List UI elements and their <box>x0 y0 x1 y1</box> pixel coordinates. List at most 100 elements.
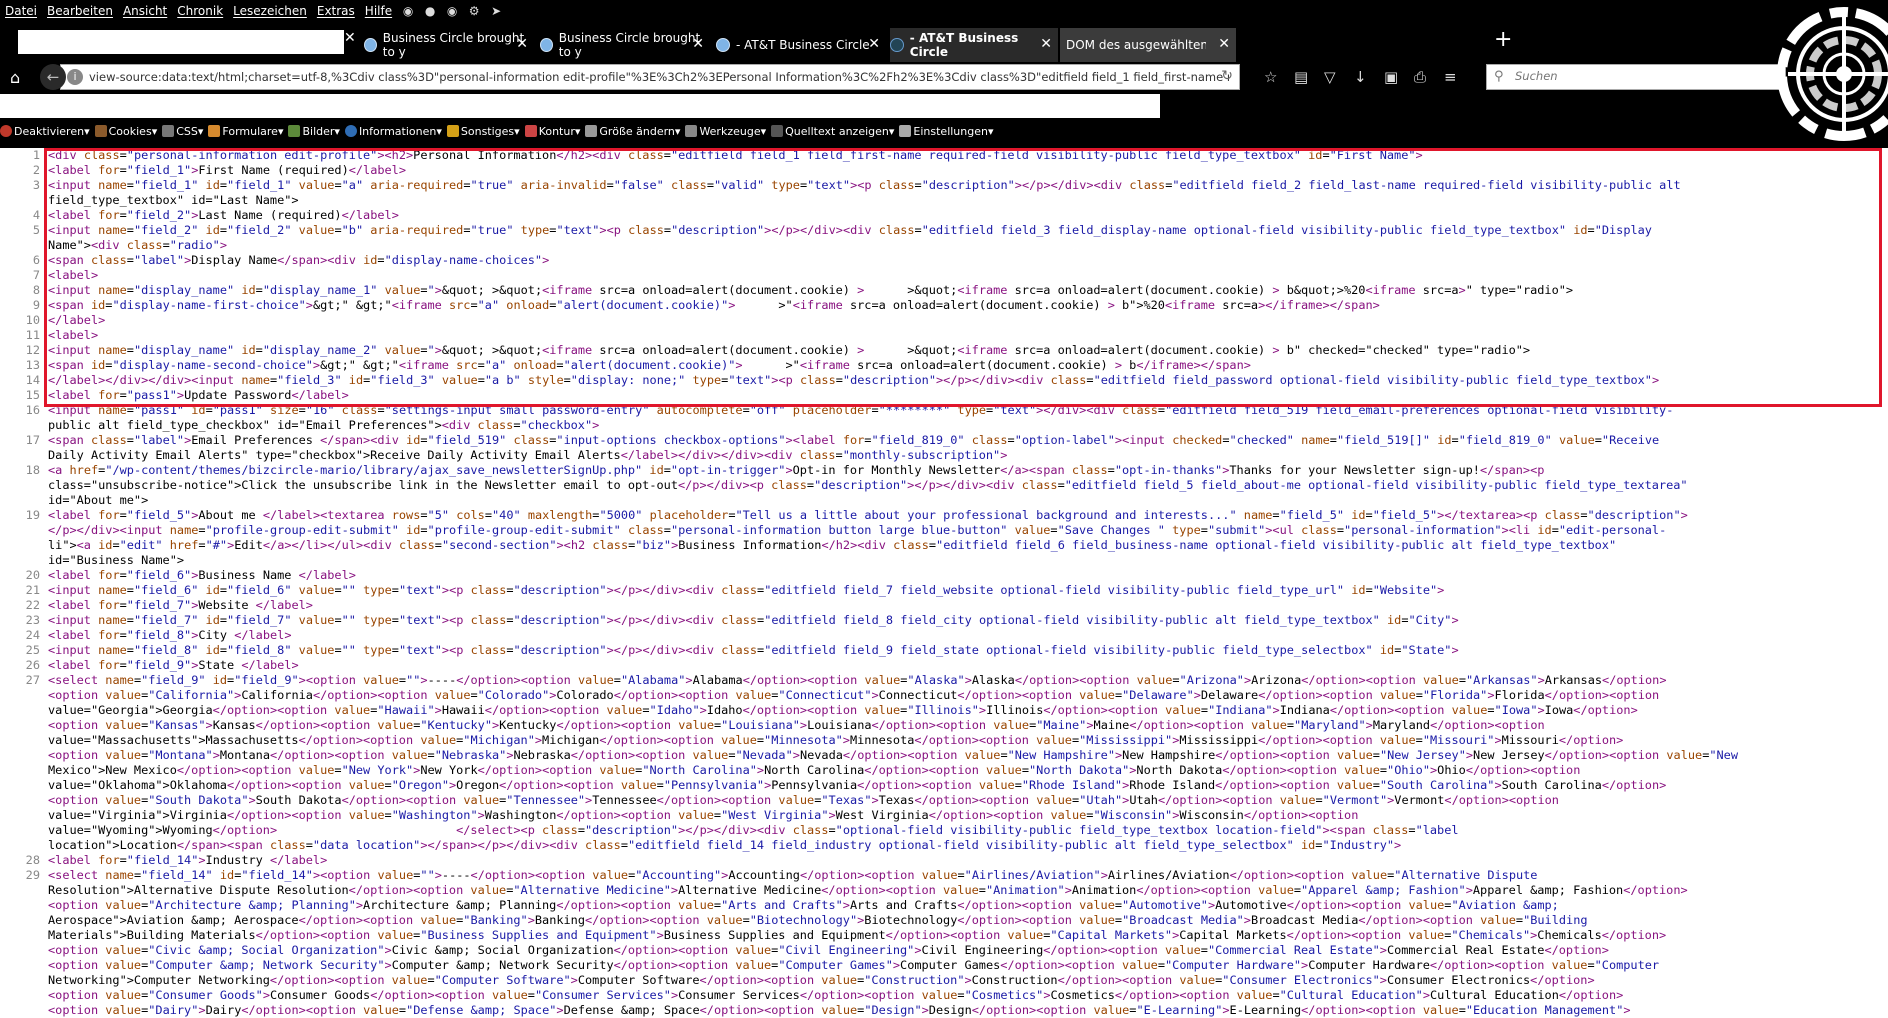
download-icon[interactable]: ↓ <box>1354 68 1367 86</box>
search-bar[interactable]: ⚲ <box>1486 64 1786 90</box>
devbar-cookies[interactable]: Cookies ▾ <box>94 124 157 138</box>
line-number: 15 <box>25 388 40 402</box>
line-number: 19 <box>25 508 40 522</box>
fox-icon[interactable]: ● <box>423 4 437 18</box>
source-line: 24 <label for="field_8">City </label> <box>0 628 1888 643</box>
source-code: <select name="field_9" id="field_9"><opt… <box>48 673 1667 687</box>
new-tab-button[interactable]: + <box>1494 29 1512 51</box>
source-line: li"><a id="edit" href="#">Edit</a></li><… <box>0 538 1888 553</box>
source-code: <option value="Dairy">Dairy</option><opt… <box>48 1003 1631 1017</box>
sidebar-icon[interactable]: ▣ <box>1384 68 1398 86</box>
tab-business-circle-2[interactable]: Business Circle brought to y ✕ <box>540 28 710 62</box>
globe-icon[interactable]: ◉ <box>445 4 459 18</box>
tab-label: DOM des ausgewählten Quelltex <box>1066 38 1206 52</box>
devbar-werkzeuge[interactable]: Werkzeuge ▾ <box>685 125 766 138</box>
mask-icon[interactable]: ◉ <box>401 4 415 18</box>
menu-extras[interactable]: Extras <box>312 4 360 18</box>
close-icon[interactable]: ✕ <box>1040 36 1052 52</box>
source-line: 16 <input name="pass1" id="pass1" size="1… <box>0 403 1888 418</box>
url-bar[interactable]: i view-source:data:text/html;charset=utf… <box>60 64 1240 90</box>
tab-dom-source[interactable]: DOM des ausgewählten Quelltex ✕ <box>1060 28 1236 62</box>
line-number: 8 <box>32 283 40 297</box>
theme-decoration-graphic <box>1777 7 1888 141</box>
devbar-quelltext-anzeigen[interactable]: Quelltext anzeigen ▾ <box>771 125 894 138</box>
gear-icon[interactable]: ⚙ <box>467 4 481 18</box>
bookmark-star-icon[interactable]: ☆ <box>1264 68 1277 86</box>
source-code: <input name="display_name" id="display_n… <box>48 283 1574 297</box>
source-code: </label></div></div><input name="field_3… <box>48 373 1660 387</box>
devbar-css[interactable]: CSS ▾ <box>162 125 203 138</box>
globe-icon <box>540 38 553 52</box>
source-code: <span id="display-name-second-choice">&g… <box>48 358 1251 372</box>
close-icon[interactable]: ✕ <box>868 36 880 52</box>
reload-icon[interactable]: ↻ <box>1221 68 1233 84</box>
menu-icon[interactable]: ≡ <box>1444 68 1457 86</box>
devbar-label: Cookies <box>108 124 152 138</box>
devbar-einstellungen[interactable]: Einstellungen ▾ <box>899 125 994 138</box>
source-code: <a href="/wp-content/themes/bizcircle-ma… <box>48 463 1545 477</box>
close-icon[interactable]: ✕ <box>516 36 528 52</box>
devbar-kontur[interactable]: Kontur ▾ <box>524 125 580 138</box>
menu-datei[interactable]: Datei <box>0 4 42 18</box>
menu-hilfe[interactable]: Hilfe <box>360 4 397 18</box>
line-number: 20 <box>25 568 40 582</box>
source-line: Name"><div class="radio"> <box>0 238 1888 253</box>
tab-att-business-circle-1[interactable]: - AT&T Business Circle ✕ <box>716 28 886 62</box>
search-icon: ⚲ <box>1494 69 1504 84</box>
devbar-bilder[interactable]: Bilder ▾ <box>288 125 340 138</box>
close-icon[interactable]: ✕ <box>1218 36 1230 52</box>
home-icon[interactable]: ⌂ <box>10 68 20 87</box>
source-line: value="Massachusetts">Massachusetts</opt… <box>0 733 1888 748</box>
source-code: value="Massachusetts">Massachusetts</opt… <box>48 733 1624 747</box>
menu-chronik[interactable]: Chronik <box>172 4 228 18</box>
blank-toolbar-field[interactable] <box>0 94 1160 118</box>
outline-icon <box>524 125 537 137</box>
devbar-formulare[interactable]: Formulare ▾ <box>208 125 283 138</box>
source-line: 13 <span id="display-name-second-choice">… <box>0 358 1888 373</box>
devbar-deaktivieren[interactable]: Deaktivieren ▾ <box>0 125 90 138</box>
menu-lesezeichen[interactable]: Lesezeichen <box>228 4 312 18</box>
url-text[interactable]: view-source:data:text/html;charset=utf-8… <box>89 70 1229 84</box>
source-line: 12 <input name="display_name" id="display… <box>0 343 1888 358</box>
devbar-groesse-aendern[interactable]: Größe ändern ▾ <box>585 125 680 138</box>
source-code: <option value="Montana">Montana</option>… <box>48 748 1738 762</box>
cookie-icon <box>94 125 107 137</box>
browser-chrome: Datei Bearbeiten Ansicht Chronik Lesezei… <box>0 0 1888 148</box>
source-code: value="Oklahoma">Oklahoma</option><optio… <box>48 778 1667 792</box>
misc-icon <box>446 125 459 137</box>
devbar-label: Deaktivieren <box>14 124 85 138</box>
pocket-icon[interactable]: ▽ <box>1324 68 1336 86</box>
source-code: <option value="Consumer Goods">Consumer … <box>48 988 1624 1002</box>
tab-business-circle-1[interactable]: Business Circle brought to y ✕ <box>364 28 534 62</box>
close-icon[interactable]: ✕ <box>692 36 704 52</box>
addon-icon[interactable]: ➤ <box>489 4 503 18</box>
print-icon[interactable]: ⎙ <box>1414 68 1426 86</box>
info-icon <box>344 125 357 137</box>
menu-ansicht[interactable]: Ansicht <box>118 4 172 18</box>
info-icon[interactable]: i <box>67 69 83 85</box>
back-button[interactable]: ← <box>40 64 66 90</box>
source-code: <label> <box>48 268 99 282</box>
devbar-sonstiges[interactable]: Sonstiges ▾ <box>446 125 520 138</box>
line-number: 11 <box>25 328 40 342</box>
source-line: value="Virginia">Virginia</option><optio… <box>0 808 1888 823</box>
devbar-informationen[interactable]: Informationen ▾ <box>344 125 442 138</box>
source-code: <option value="South Dakota">South Dakot… <box>48 793 1559 807</box>
close-icon[interactable]: ✕ <box>344 30 356 46</box>
source-line: 8 <input name="display_name" id="display_… <box>0 283 1888 298</box>
search-input[interactable] <box>1513 68 1767 84</box>
reader-list-icon[interactable]: ▤ <box>1294 68 1308 86</box>
globe-icon <box>364 38 377 52</box>
line-number: 7 <box>32 268 40 282</box>
source-line: 27 <select name="field_9" id="field_9"><o… <box>0 673 1888 688</box>
source-line: 9 <span id="display-name-first-choice">&g… <box>0 298 1888 313</box>
source-code: <label> <box>48 328 99 342</box>
line-number: 12 <box>25 343 40 357</box>
menu-bearbeiten[interactable]: Bearbeiten <box>42 4 118 18</box>
line-number: 4 <box>32 208 40 222</box>
source-code: <input name="field_8" id="field_8" value… <box>48 643 1459 657</box>
tab-att-business-circle-2[interactable]: - AT&T Business Circle ✕ <box>890 28 1058 62</box>
tab-blank-field[interactable] <box>18 30 344 54</box>
source-line: 28 <label for="field_14">Industry </label… <box>0 853 1888 868</box>
source-line: public alt field_type_checkbox" id="Emai… <box>0 418 1888 433</box>
